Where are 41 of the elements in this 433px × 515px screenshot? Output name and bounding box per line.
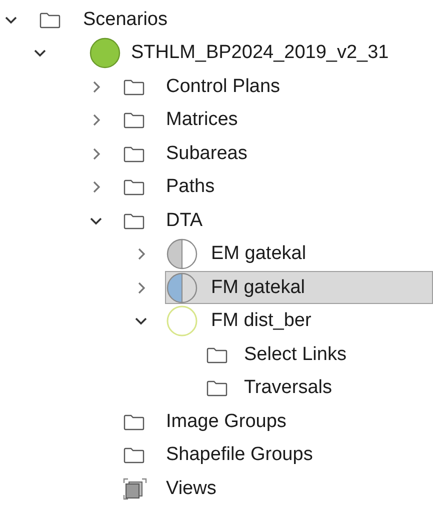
tree-item-label: EM gatekal [211, 242, 306, 266]
tree-item-label: Paths [166, 175, 215, 199]
tree-item-label: Subareas [166, 142, 248, 166]
folder-icon [123, 111, 145, 130]
folder-icon [123, 412, 145, 431]
tree-item-label: Shapefile Groups [166, 443, 313, 467]
tree-item[interactable]: Subareas [122, 137, 433, 170]
folder-icon [206, 346, 228, 364]
tree-item-label: FM dist_ber [211, 309, 312, 333]
tree-item-label: Scenarios [83, 8, 168, 32]
tree-item[interactable]: Select Links [205, 338, 433, 372]
tree-item[interactable]: Matrices [122, 104, 433, 137]
folder-icon [123, 446, 145, 464]
tree-item[interactable]: Control Plans [122, 70, 433, 104]
tree-item-label: Control Plans [166, 74, 280, 98]
tree-item[interactable]: Traversals [205, 372, 433, 405]
tree-item-label: Matrices [166, 108, 238, 132]
tree-item[interactable]: Image Groups [122, 405, 433, 438]
tree-item-label: FM gatekal [211, 276, 305, 300]
tree-item[interactable]: Scenarios [38, 3, 433, 36]
folder-icon [123, 78, 145, 96]
tree-item-label: Image Groups [166, 410, 286, 434]
tree-item[interactable]: FM gatekal [165, 271, 433, 304]
folder-icon [39, 10, 61, 29]
folder-icon [123, 144, 145, 163]
tree-item-label: Traversals [244, 376, 332, 400]
stacked-pages-icon [123, 478, 147, 500]
tree-item[interactable]: EM gatekal [165, 238, 433, 271]
tree-item[interactable]: STHLM_BP2024_2019_v2_31 [88, 36, 433, 70]
tree-item-label: Select Links [244, 342, 346, 366]
folder-icon [123, 178, 145, 196]
tree-item[interactable]: Views [122, 472, 433, 506]
tree-item-label: DTA [166, 208, 203, 232]
folder-icon [123, 212, 145, 230]
folder-icon [206, 379, 228, 398]
tree-item-label: STHLM_BP2024_2019_v2_31 [131, 41, 389, 65]
tree-item[interactable]: Paths [122, 170, 433, 204]
tree-item[interactable]: FM dist_ber [165, 304, 433, 338]
tree-item-label: Views [166, 476, 216, 500]
tree-item[interactable]: DTA [122, 204, 433, 238]
tree-item[interactable]: Shapefile Groups [122, 438, 433, 472]
